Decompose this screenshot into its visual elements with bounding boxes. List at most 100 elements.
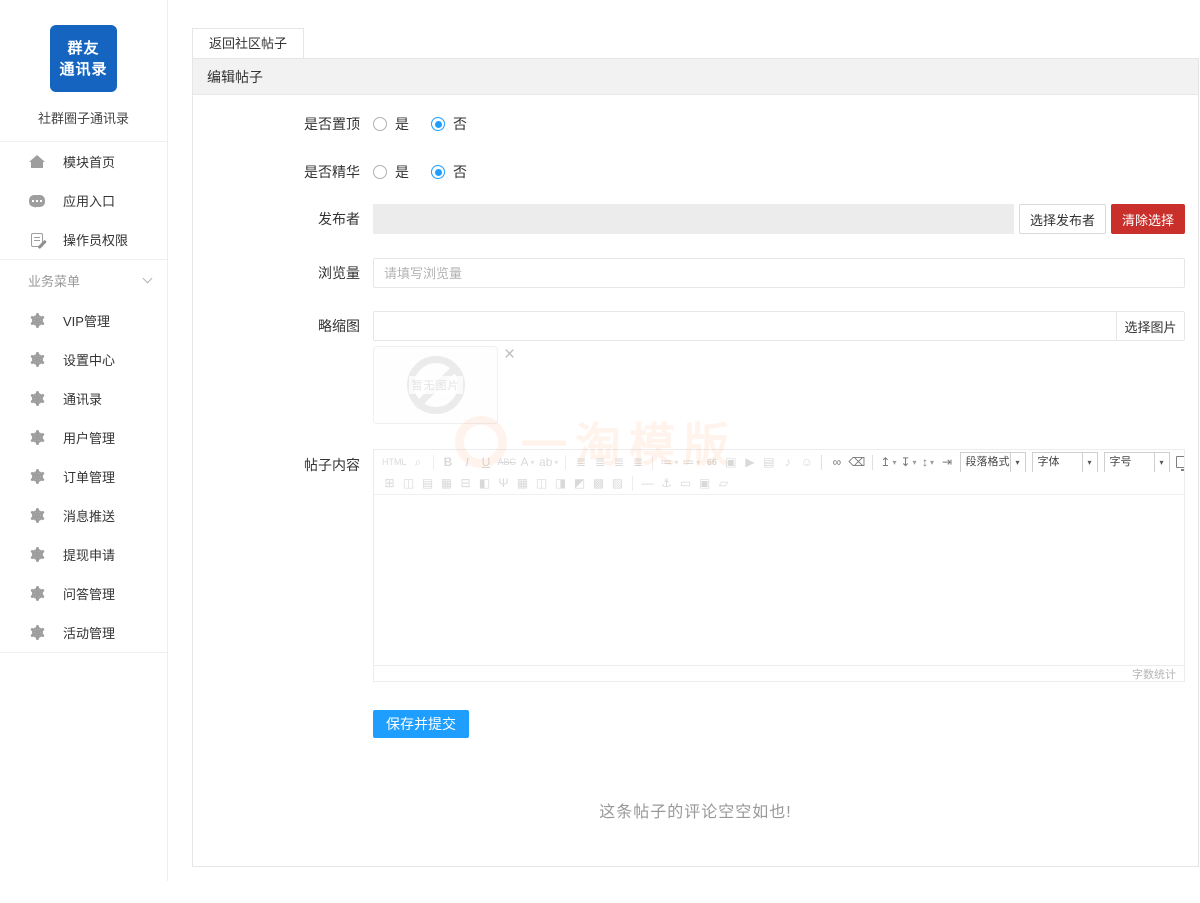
html-source-icon[interactable]: HTML xyxy=(382,452,407,472)
merge-cells-icon[interactable]: ▦ xyxy=(515,473,530,493)
toolbar-separator xyxy=(652,455,653,470)
anchor-icon[interactable]: ⚓ xyxy=(659,473,674,493)
sidebar-item-vip[interactable]: VIP管理 xyxy=(0,301,167,340)
chevron-down-icon xyxy=(143,274,153,284)
font-size-select[interactable]: 字号 xyxy=(1104,452,1170,473)
toolbar-separator xyxy=(821,455,822,470)
sidebar-item-activity[interactable]: 活动管理 xyxy=(0,613,167,652)
table-title-icon[interactable]: ▤ xyxy=(420,473,435,493)
tab-back-to-community-posts[interactable]: 返回社区帖子 xyxy=(192,28,304,58)
views-input[interactable] xyxy=(373,258,1185,288)
sidebar-item-withdraw[interactable]: 提现申请 xyxy=(0,535,167,574)
sidebar-item-operator-permission[interactable]: 操作员权限 xyxy=(0,220,167,259)
thumbnail-label: 略缩图 xyxy=(193,316,360,336)
publisher-input[interactable] xyxy=(373,204,1014,234)
table-properties-icon[interactable]: ◫ xyxy=(401,473,416,493)
split-columns-icon[interactable]: ▨ xyxy=(610,473,625,493)
paragraph-spacing-bottom-icon[interactable]: ↧ xyxy=(900,452,916,473)
sidebar-item-settings[interactable]: 设置中心 xyxy=(0,340,167,379)
highlight-color-icon[interactable]: ab xyxy=(539,452,558,473)
fullscreen-icon[interactable] xyxy=(1176,456,1184,468)
ordered-list-icon[interactable]: ≔ xyxy=(660,452,678,473)
page-break-icon[interactable]: ▭ xyxy=(678,473,693,493)
sidebar-item-orders[interactable]: 订单管理 xyxy=(0,457,167,496)
featured-radio-no[interactable]: 否 xyxy=(431,162,467,182)
bold-icon[interactable]: B xyxy=(441,452,456,472)
sidebar-item-module-home[interactable]: 模块首页 xyxy=(0,142,167,181)
music-icon[interactable]: ♪ xyxy=(780,452,795,472)
submit-row: 保存并提交 xyxy=(373,710,1198,738)
select-image-button[interactable]: 选择图片 xyxy=(1116,312,1184,340)
paragraph-format-select[interactable]: 段落格式 xyxy=(960,452,1026,473)
sidebar-business-nav: VIP管理 设置中心 通讯录 用户管理 订单管理 xyxy=(0,301,167,653)
pin-label: 是否置顶 xyxy=(193,114,360,134)
video-icon[interactable]: ▶ xyxy=(742,452,757,472)
clear-publisher-button[interactable]: 清除选择 xyxy=(1111,204,1185,234)
attachment-icon[interactable]: ▤ xyxy=(761,452,776,472)
strikethrough-icon[interactable]: ABC xyxy=(498,452,517,472)
font-color-icon[interactable]: A xyxy=(520,452,535,473)
sidebar-item-push[interactable]: 消息推送 xyxy=(0,496,167,535)
paste-icon[interactable]: ▱ xyxy=(716,473,731,493)
italic-icon[interactable]: I xyxy=(460,452,475,472)
remove-thumbnail-icon[interactable]: × xyxy=(504,348,515,362)
unordered-list-icon[interactable]: ≔ xyxy=(682,452,700,473)
editor-toolbar-row2: ⊞◫▤▦⊟◧Ψ▦◫◨◩▩▨—⚓▭▣▱ xyxy=(374,472,1184,494)
eraser-icon[interactable]: ⌫ xyxy=(848,452,865,472)
no-image-placeholder: 暂无图片 xyxy=(374,347,497,423)
align-left-icon[interactable]: ≣ xyxy=(573,452,588,472)
insert-table-icon[interactable]: ⊞ xyxy=(382,473,397,493)
radio-unchecked-icon xyxy=(373,165,387,179)
sidebar: 群友 通讯录 社群圈子通讯录 模块首页 应用入口 操作员权限 业务菜单 xyxy=(0,0,168,881)
sidebar-section-business-menu[interactable]: 业务菜单 xyxy=(0,259,167,301)
sidebar-item-app-entry[interactable]: 应用入口 xyxy=(0,181,167,220)
indent-icon[interactable]: ⇥ xyxy=(940,452,955,472)
merge-right-icon[interactable]: ◨ xyxy=(553,473,568,493)
toolbar-separator xyxy=(565,455,566,470)
merge-down-icon[interactable]: ◩ xyxy=(572,473,587,493)
pin-radio-yes[interactable]: 是 xyxy=(373,114,409,134)
gear-icon xyxy=(28,508,46,524)
thumbnail-input[interactable] xyxy=(374,312,1116,340)
image-icon[interactable]: ▣ xyxy=(723,452,738,472)
split-cell-icon[interactable]: ◫ xyxy=(534,473,549,493)
insert-column-icon[interactable]: ◧ xyxy=(477,473,492,493)
delete-column-icon[interactable]: Ψ xyxy=(496,473,511,493)
emoji-icon[interactable]: ☺ xyxy=(799,452,814,472)
radio-label: 否 xyxy=(453,114,467,134)
align-justify-icon[interactable]: ≣ xyxy=(630,452,645,472)
content-row: 帖子内容 HTML⌕BIUABCAab≣≣≣≣≔≔66▣▶▤♪☺∞⌫↥↧↕⇥ 段… xyxy=(193,449,1198,682)
table-header-icon[interactable]: ▦ xyxy=(439,473,454,493)
preview-icon[interactable]: ⌕ xyxy=(411,452,426,472)
featured-row: 是否精华 是 否 xyxy=(193,158,1198,186)
editor-content-area[interactable] xyxy=(374,494,1184,665)
font-family-select[interactable]: 字体 xyxy=(1032,452,1098,473)
edit-post-panel: 编辑帖子 一淘模版 是否置顶 是 xyxy=(192,58,1199,867)
gear-icon xyxy=(28,352,46,368)
featured-radio-yes[interactable]: 是 xyxy=(373,162,409,182)
align-right-icon[interactable]: ≣ xyxy=(611,452,626,472)
radio-checked-icon xyxy=(431,165,445,179)
horizontal-rule-icon[interactable]: — xyxy=(640,473,655,493)
radio-unchecked-icon xyxy=(373,117,387,131)
link-icon[interactable]: ∞ xyxy=(829,452,844,472)
template-icon[interactable]: ▣ xyxy=(697,473,712,493)
sidebar-item-contacts[interactable]: 通讯录 xyxy=(0,379,167,418)
split-rows-icon[interactable]: ▩ xyxy=(591,473,606,493)
paragraph-spacing-top-icon[interactable]: ↥ xyxy=(880,452,896,473)
insert-row-icon[interactable]: ⊟ xyxy=(458,473,473,493)
line-height-icon[interactable]: ↕ xyxy=(921,452,936,473)
underline-icon[interactable]: U xyxy=(479,452,494,472)
pin-radio-no[interactable]: 否 xyxy=(431,114,467,134)
select-publisher-button[interactable]: 选择发布者 xyxy=(1019,204,1106,234)
gear-icon xyxy=(28,625,46,641)
rich-text-editor: HTML⌕BIUABCAab≣≣≣≣≔≔66▣▶▤♪☺∞⌫↥↧↕⇥ 段落格式 字… xyxy=(373,449,1185,682)
panel-body: 一淘模版 是否置顶 是 否 xyxy=(193,95,1198,866)
align-center-icon[interactable]: ≣ xyxy=(592,452,607,472)
sidebar-item-users[interactable]: 用户管理 xyxy=(0,418,167,457)
gear-icon xyxy=(28,586,46,602)
logo-text-line2: 通讯录 xyxy=(59,59,107,80)
sidebar-item-qa[interactable]: 问答管理 xyxy=(0,574,167,613)
blockquote-icon[interactable]: 66 xyxy=(704,452,719,472)
save-submit-button[interactable]: 保存并提交 xyxy=(373,710,469,738)
